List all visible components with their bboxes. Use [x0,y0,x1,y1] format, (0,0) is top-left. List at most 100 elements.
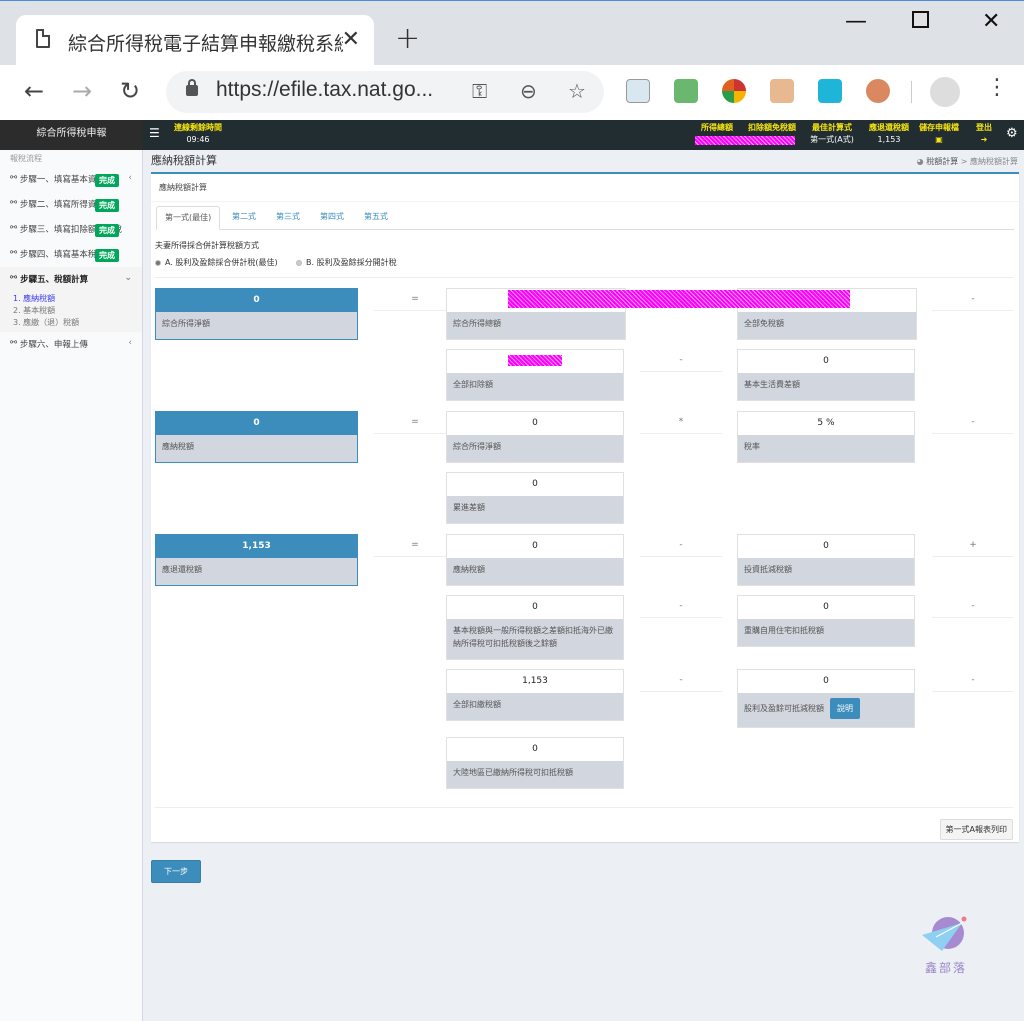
minus-operator: - [932,288,1014,311]
label: 應納稅額 [162,442,194,451]
equals-operator: = [374,534,456,557]
new-tab-button[interactable]: + [395,21,420,56]
label: 應納稅額 [453,565,485,574]
page-icon [36,29,50,48]
top-header: 綜合所得稅申報 ☰ 連線剩餘時間 09:46 所得總額 扣除額免稅額 最佳計算式… [0,120,1024,150]
radio-option-a[interactable]: A. 股利及盈餘採合併計稅(最佳) [155,257,278,268]
close-tab-icon[interactable]: ✕ [342,27,360,52]
deduction-label: 扣除額免稅額 [748,123,796,132]
radio-unselected[interactable] [296,259,302,266]
profile-avatar[interactable] [930,77,960,107]
print-report-button[interactable]: 第一式A報表列印 [939,819,1013,840]
save-button[interactable]: 儲存申報檔 ▣ [915,122,963,146]
next-step-button[interactable]: 下一步 [151,860,201,883]
sidebar-step-5[interactable]: ⚯ 步驟五、稅額計算 ⌄ [0,267,142,292]
sidebar-step-1[interactable]: ⚯ 步驟一、填寫基本資料 完成 ‹ [0,167,142,192]
lock-extension-icon[interactable] [722,79,746,103]
link-icon: ⚯ [10,273,21,283]
sidebar-step-3[interactable]: ⚯ 步驟三、填寫扣除額及抵稅 完成 [0,217,142,242]
chevron-left-icon: ‹ [128,338,132,348]
box-extension-icon[interactable] [770,79,794,103]
radio-selected[interactable] [155,259,161,266]
tax-payable-result: 0 應納稅額 [155,411,358,463]
refund-label: 應退還稅額 [869,123,909,132]
value: 0 [156,289,357,312]
logout-button[interactable]: 登出 ➜ [970,122,998,146]
label: 重購自用住宅扣抵稅額 [744,626,824,635]
label: 綜合所得總額 [453,319,501,328]
equals-operator: = [374,411,456,434]
tab-formula-5[interactable]: 第五式 [356,206,396,230]
value: 0 [738,535,914,558]
best-formula-header: 最佳計算式 第一式(A式) [806,122,858,146]
sidebar-sub-item[interactable]: 1. 應納稅額 [0,292,142,304]
sidebar-step-2[interactable]: ⚯ 步驟二、填寫所得資料 完成 [0,192,142,217]
panel-title: 應納稅額計算 [159,183,207,192]
back-button[interactable]: ← [24,77,44,105]
tab-title: 綜合所得稅電子結算申報繳稅系統 [68,33,343,55]
key-icon[interactable]: ⚿ [472,79,487,103]
tab-formula-2[interactable]: 第二式 [224,206,264,230]
value: 0 [447,535,623,558]
sidebar-sub-item[interactable]: 3. 應繳（退）稅額 [0,316,142,332]
forward-button[interactable]: → [72,77,92,105]
chevron-left-icon: ‹ [128,173,132,183]
divider [151,201,1019,202]
value: 0 [447,412,623,435]
link-icon: ⚯ [10,173,20,183]
browser-tab[interactable]: 綜合所得稅電子結算申報繳稅系統 ✕ [16,15,374,67]
minimize-button[interactable]: — [845,9,867,34]
menu-icon[interactable]: ⋮ [986,75,1008,100]
sidebar-step-6[interactable]: ⚯ 步驟六、申報上傳 ‹ [0,332,142,357]
sidebar-sub-item[interactable]: 2. 基本稅額 [0,304,142,316]
tab-formula-3[interactable]: 第三式 [268,206,308,230]
notes-extension-icon[interactable] [626,79,650,103]
email-extension-icon[interactable] [674,79,698,103]
tab-formula-4[interactable]: 第四式 [312,206,352,230]
value: 0 [738,596,914,619]
basic-living-cell: 0 基本生活費差額 [737,349,915,401]
gear-icon[interactable]: ⚙ [1006,126,1018,141]
equals-operator: = [374,288,456,311]
breadcrumb: ◕ 稅額計算 > 應納稅額計算 [916,157,1018,166]
glasses-extension-icon[interactable] [866,79,890,103]
sidebar-heading: 報稅流程 [10,154,42,163]
maximize-button[interactable] [912,11,929,28]
step-label: 步驟二、填寫所得資料 [19,200,105,210]
sidebar-step-4[interactable]: ⚯ 步驟四、填寫基本稅額 完成 [0,242,142,267]
close-window-button[interactable]: ✕ [982,9,1000,34]
zoom-out-icon[interactable]: ⊖ [520,79,537,103]
hamburger-icon[interactable]: ☰ [149,126,160,140]
minus-operator: - [640,349,722,372]
session-label: 連線剩餘時間 [174,123,222,132]
label: 基本稅額與一般所得稅額之差額扣抵海外已繳納所得稅可扣抵稅額後之餘額 [453,626,613,648]
minus-operator: - [932,595,1014,618]
house-credit-cell: 0 重購自用住宅扣抵稅額 [737,595,915,647]
address-bar[interactable]: https://efile.tax.nat.go... ⚿ ⊖ ☆ [166,71,604,113]
radio-option-b[interactable]: B. 股利及盈餘採分開計稅 [296,257,397,268]
share-extension-icon[interactable] [818,79,842,103]
url-text[interactable]: https://efile.tax.nat.go... [216,78,433,102]
lock-icon [186,79,198,96]
dividend-credit-cell: 0 股利及盈餘可抵減稅額 說明 [737,669,915,728]
browser-toolbar: ← → ↻ https://efile.tax.nat.go... ⚿ ⊖ ☆ … [0,65,1024,121]
reload-button[interactable]: ↻ [120,77,140,105]
tab-formula-1[interactable]: 第一式(最佳) [156,206,221,230]
label: 全部免稅額 [744,319,784,328]
minus-operator: - [932,411,1014,434]
star-icon[interactable]: ☆ [568,79,586,103]
session-time: 09:46 [186,135,210,144]
invest-credit-cell: 0 投資抵減稅額 [737,534,915,586]
breadcrumb-item[interactable]: 稅額計算 [926,157,958,166]
toolbar-divider [911,81,912,103]
step-label: 步驟一、填寫基本資料 [19,175,105,185]
explain-button[interactable]: 說明 [830,698,860,719]
value [447,350,623,373]
logout-label: 登出 [976,123,992,132]
paper-plane-icon [922,916,967,951]
logout-icon: ➜ [980,135,988,144]
label: 稅率 [744,442,760,451]
save-icon: ▣ [935,135,943,144]
plus-operator: + [932,534,1014,557]
watermark-logo: 鑫部落 [918,915,974,975]
